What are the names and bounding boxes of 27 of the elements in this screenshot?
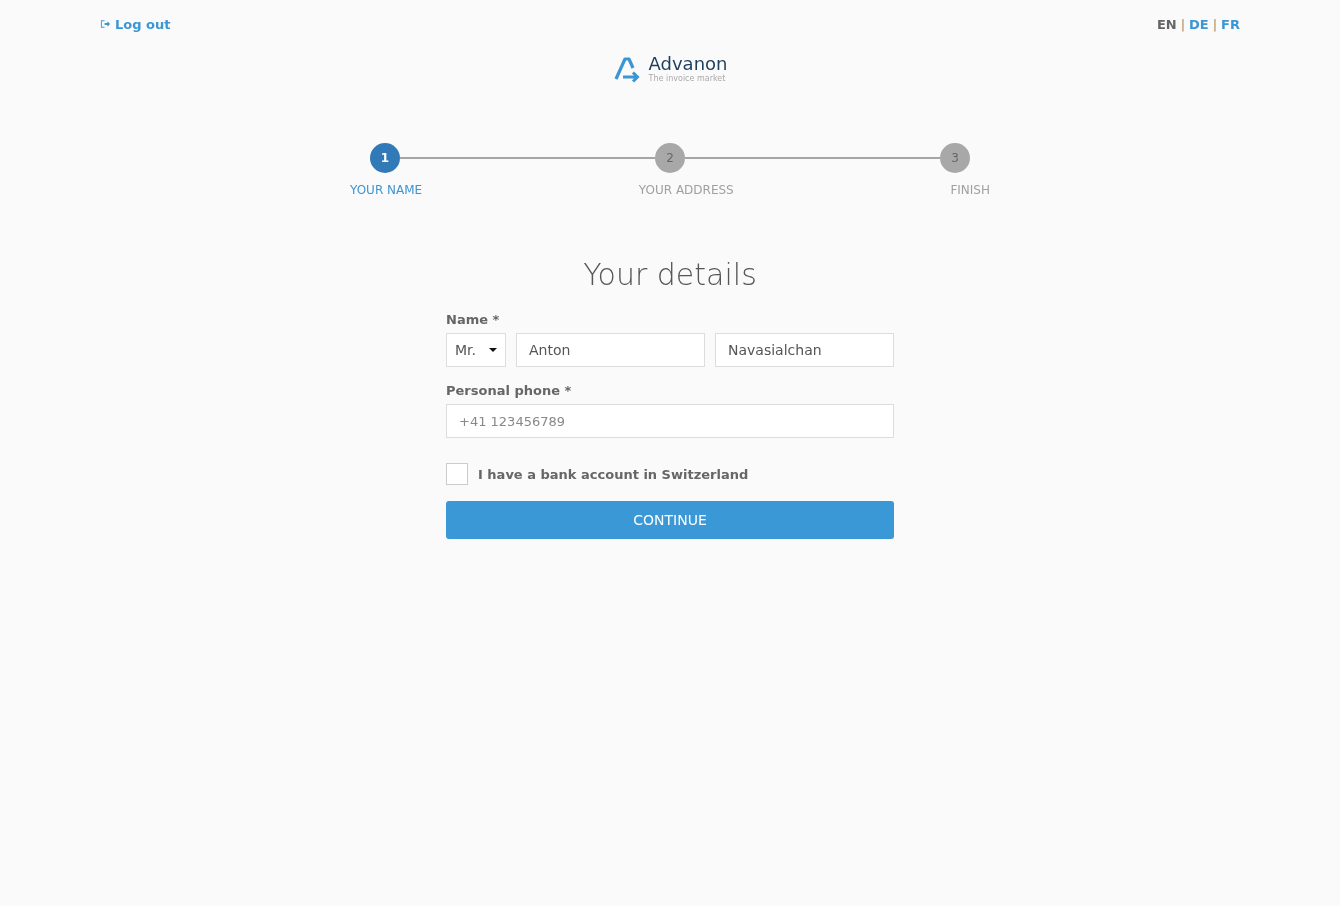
logout-icon [100,19,111,29]
step-label: YOUR ADDRESS [638,183,734,197]
step-number: 3 [940,143,970,173]
form-title: Your details [582,257,758,292]
bank-checkbox[interactable] [446,463,468,485]
language-separator: | [1212,16,1218,32]
step-number: 2 [655,143,685,173]
logo-name: Advanon [648,54,728,74]
language-separator: | [1180,16,1186,32]
phone-field[interactable]: +41 123456789 [446,404,894,438]
checkbox-label: I have a bank account in Switzerland [478,466,749,482]
caret-icon [489,348,497,352]
field-label: Name * [446,312,501,327]
step-label: FINISH [950,183,990,197]
language-link[interactable]: FR [1221,16,1240,32]
last-name-field[interactable]: Navasialchan [715,333,894,367]
salutation-select[interactable]: Mr. [446,333,506,367]
step-number: 1 [370,143,400,173]
language-link[interactable]: DE [1189,16,1209,32]
first-name-field[interactable]: Anton [516,333,705,367]
step-label: YOUR NAME [350,183,423,197]
logo-icon [612,54,641,83]
field-label: Personal phone * [446,383,573,398]
logout-link[interactable]: Log out [100,16,171,32]
language-link[interactable]: EN [1156,16,1177,32]
logo-tagline: The invoice market [648,74,727,83]
continue-button[interactable]: CONTINUE [446,501,894,539]
